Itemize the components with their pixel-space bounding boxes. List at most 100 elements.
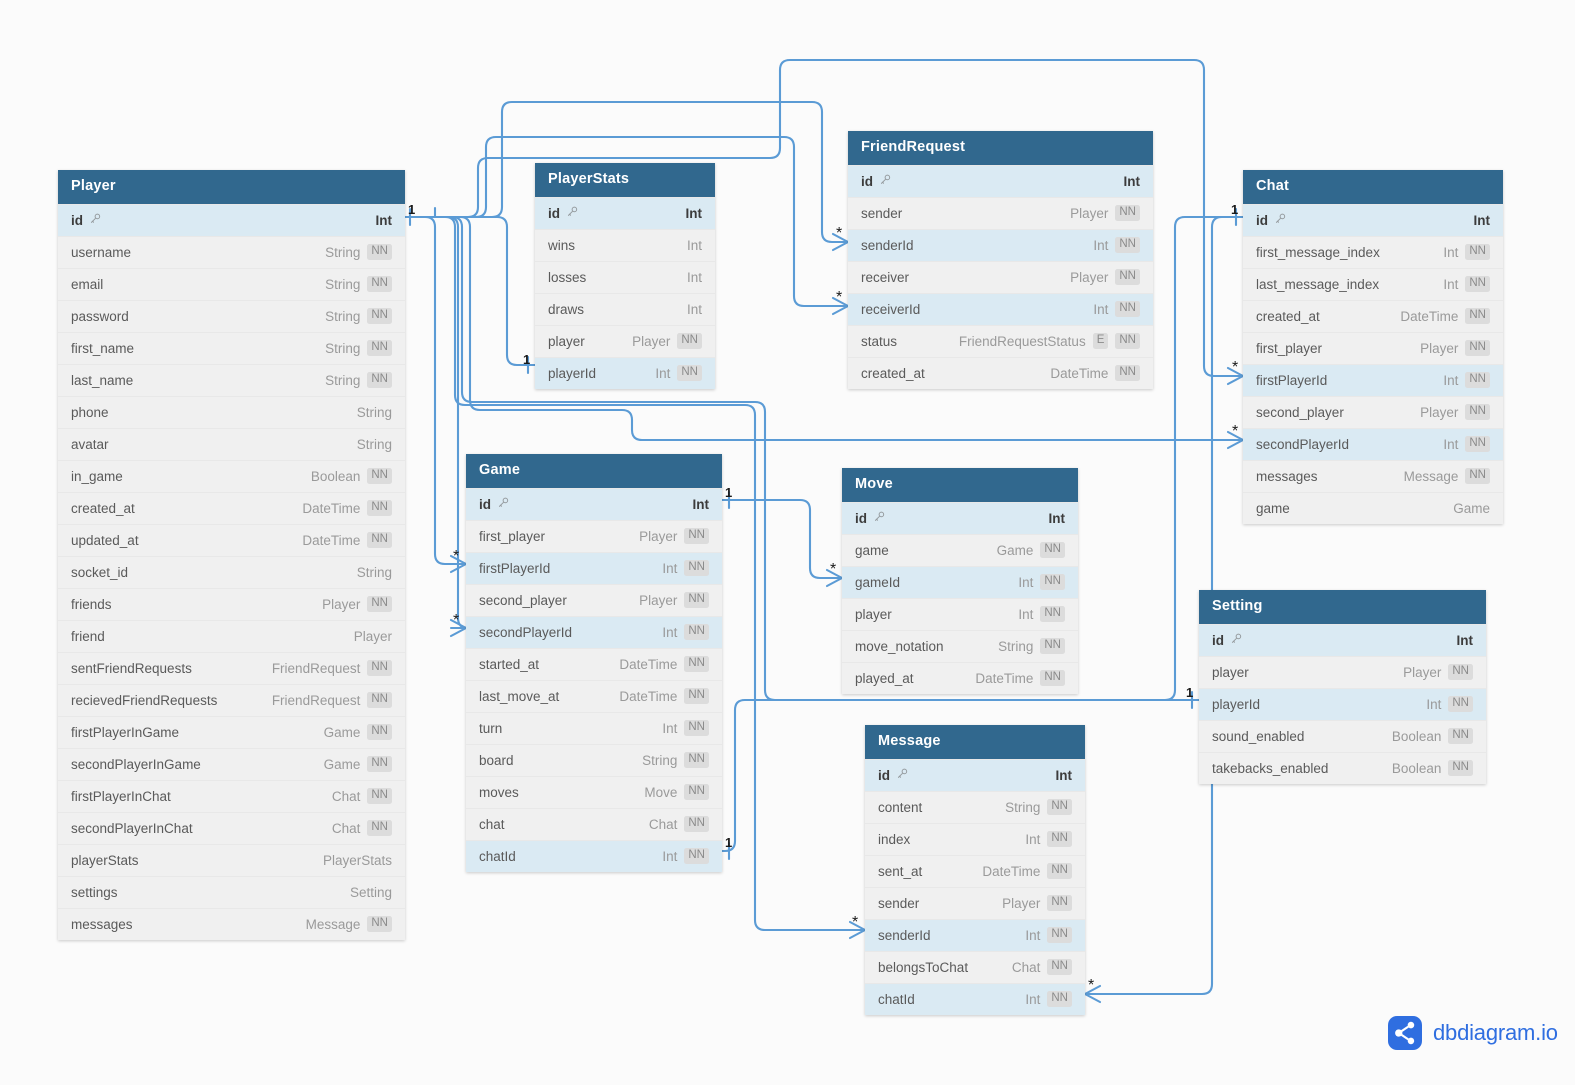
field-row[interactable]: last_move_at DateTime NN bbox=[466, 679, 722, 712]
field-row[interactable]: id Int bbox=[842, 501, 1078, 534]
field-row[interactable]: id Int bbox=[865, 758, 1085, 791]
field-row[interactable]: turn Int NN bbox=[466, 711, 722, 744]
field-row[interactable]: id Int bbox=[848, 164, 1153, 197]
field-row[interactable]: receiverId Int NN bbox=[848, 292, 1153, 325]
table-game[interactable]: Game id Int first_player Player NN firstPlayer… bbox=[466, 454, 722, 872]
field-row[interactable]: firstPlayerInChat Chat NN bbox=[58, 779, 405, 812]
field-row[interactable]: wins Int bbox=[535, 228, 715, 261]
field-row[interactable]: username String NN bbox=[58, 235, 405, 268]
field-name: firstPlayerInGame bbox=[71, 724, 180, 740]
field-type: Int bbox=[1025, 927, 1041, 943]
field-row[interactable]: messages Message NN bbox=[1243, 459, 1503, 492]
field-row[interactable]: second_player Player NN bbox=[1243, 395, 1503, 428]
field-row[interactable]: created_at DateTime NN bbox=[1243, 299, 1503, 332]
field-row[interactable]: last_name String NN bbox=[58, 363, 405, 396]
field-row[interactable]: senderId Int NN bbox=[865, 918, 1085, 951]
field-row[interactable]: playerId Int NN bbox=[1199, 687, 1486, 720]
field-row[interactable]: index Int NN bbox=[865, 822, 1085, 855]
field-row[interactable]: playerStats PlayerStats bbox=[58, 843, 405, 876]
field-row[interactable]: email String NN bbox=[58, 267, 405, 300]
field-row[interactable]: settings Setting bbox=[58, 875, 405, 908]
field-row[interactable]: secondPlayerId Int NN bbox=[1243, 427, 1503, 460]
field-row[interactable]: losses Int bbox=[535, 260, 715, 293]
field-row[interactable]: recievedFriendRequests FriendRequest NN bbox=[58, 683, 405, 716]
field-row[interactable]: firstPlayerInGame Game NN bbox=[58, 715, 405, 748]
field-row[interactable]: secondPlayerId Int NN bbox=[466, 615, 722, 648]
table-chat[interactable]: Chat id Int first_message_index Int NN last_me… bbox=[1243, 170, 1503, 524]
field-row[interactable]: id Int bbox=[1243, 203, 1503, 236]
field-row[interactable]: id Int bbox=[1199, 623, 1486, 656]
field-row[interactable]: receiver Player NN bbox=[848, 260, 1153, 293]
field-row[interactable]: sender Player NN bbox=[865, 886, 1085, 919]
field-row[interactable]: game Game bbox=[1243, 491, 1503, 524]
field-row[interactable]: first_name String NN bbox=[58, 331, 405, 364]
field-row[interactable]: second_player Player NN bbox=[466, 583, 722, 616]
table-player[interactable]: Player id Int username String NN email String NN… bbox=[58, 170, 405, 940]
field-row[interactable]: secondPlayerInChat Chat NN bbox=[58, 811, 405, 844]
dbdiagram-logo[interactable]: dbdiagram.io bbox=[1388, 1016, 1558, 1050]
field-row[interactable]: last_message_index Int NN bbox=[1243, 267, 1503, 300]
table-header[interactable]: Setting bbox=[1199, 590, 1486, 624]
table-header[interactable]: Message bbox=[865, 725, 1085, 759]
field-row[interactable]: chat Chat NN bbox=[466, 807, 722, 840]
field-row[interactable]: moves Move NN bbox=[466, 775, 722, 808]
table-header[interactable]: Game bbox=[466, 454, 722, 488]
table-header[interactable]: Chat bbox=[1243, 170, 1503, 204]
table-header[interactable]: Player bbox=[58, 170, 405, 204]
field-row[interactable]: sound_enabled Boolean NN bbox=[1199, 719, 1486, 752]
field-row[interactable]: senderId Int NN bbox=[848, 228, 1153, 261]
field-row[interactable]: belongsToChat Chat NN bbox=[865, 950, 1085, 983]
field-row[interactable]: friend Player bbox=[58, 619, 405, 652]
table-header[interactable]: Move bbox=[842, 468, 1078, 502]
table-setting[interactable]: Setting id Int player Player NN playerId Int NN s… bbox=[1199, 590, 1486, 784]
field-row[interactable]: player Int NN bbox=[842, 597, 1078, 630]
field-row[interactable]: created_at DateTime NN bbox=[58, 491, 405, 524]
field-row[interactable]: content String NN bbox=[865, 790, 1085, 823]
field-row[interactable]: takebacks_enabled Boolean NN bbox=[1199, 751, 1486, 784]
table-playerstats[interactable]: PlayerStats id Int wins Int losses Int draws Int… bbox=[535, 163, 715, 389]
field-row[interactable]: updated_at DateTime NN bbox=[58, 523, 405, 556]
field-row[interactable]: board String NN bbox=[466, 743, 722, 776]
field-row[interactable]: sender Player NN bbox=[848, 196, 1153, 229]
field-row[interactable]: gameId Int NN bbox=[842, 565, 1078, 598]
field-row[interactable]: password String NN bbox=[58, 299, 405, 332]
field-row[interactable]: in_game Boolean NN bbox=[58, 459, 405, 492]
field-row[interactable]: friends Player NN bbox=[58, 587, 405, 620]
table-header[interactable]: PlayerStats bbox=[535, 163, 715, 197]
field-row[interactable]: first_player Player NN bbox=[1243, 331, 1503, 364]
table-friendrequest[interactable]: FriendRequest id Int sender Player NN senderId… bbox=[848, 131, 1153, 389]
field-type: Player bbox=[1420, 404, 1459, 420]
field-row[interactable]: status FriendRequestStatus E NN bbox=[848, 324, 1153, 357]
table-message[interactable]: Message id Int content String NN index Int NN sen… bbox=[865, 725, 1085, 1015]
field-row[interactable]: avatar String bbox=[58, 427, 405, 460]
field-row[interactable]: phone String bbox=[58, 395, 405, 428]
field-row[interactable]: first_message_index Int NN bbox=[1243, 235, 1503, 268]
field-row[interactable]: played_at DateTime NN bbox=[842, 661, 1078, 694]
field-row[interactable]: player Player NN bbox=[535, 324, 715, 357]
field-row[interactable]: sent_at DateTime NN bbox=[865, 854, 1085, 887]
field-row[interactable]: chatId Int NN bbox=[865, 982, 1085, 1015]
field-row[interactable]: first_player Player NN bbox=[466, 519, 722, 552]
field-row[interactable]: firstPlayerId Int NN bbox=[1243, 363, 1503, 396]
not-null-badge: NN bbox=[1465, 404, 1490, 420]
field-row[interactable]: secondPlayerInGame Game NN bbox=[58, 747, 405, 780]
field-row[interactable]: firstPlayerId Int NN bbox=[466, 551, 722, 584]
field-row[interactable]: id Int bbox=[535, 196, 715, 229]
field-row[interactable]: playerId Int NN bbox=[535, 356, 715, 389]
not-null-badge: NN bbox=[684, 752, 709, 768]
field-row[interactable]: sentFriendRequests FriendRequest NN bbox=[58, 651, 405, 684]
field-row[interactable]: game Game NN bbox=[842, 533, 1078, 566]
field-row[interactable]: player Player NN bbox=[1199, 655, 1486, 688]
field-row[interactable]: id Int bbox=[58, 203, 405, 236]
field-row[interactable]: created_at DateTime NN bbox=[848, 356, 1153, 389]
field-name: second_player bbox=[1256, 404, 1344, 420]
field-row[interactable]: socket_id String bbox=[58, 555, 405, 588]
field-row[interactable]: started_at DateTime NN bbox=[466, 647, 722, 680]
table-move[interactable]: Move id Int game Game NN gameId Int NN player Int N… bbox=[842, 468, 1078, 694]
field-row[interactable]: id Int bbox=[466, 487, 722, 520]
field-row[interactable]: chatId Int NN bbox=[466, 839, 722, 872]
table-header[interactable]: FriendRequest bbox=[848, 131, 1153, 165]
field-row[interactable]: messages Message NN bbox=[58, 907, 405, 940]
field-row[interactable]: move_notation String NN bbox=[842, 629, 1078, 662]
field-row[interactable]: draws Int bbox=[535, 292, 715, 325]
